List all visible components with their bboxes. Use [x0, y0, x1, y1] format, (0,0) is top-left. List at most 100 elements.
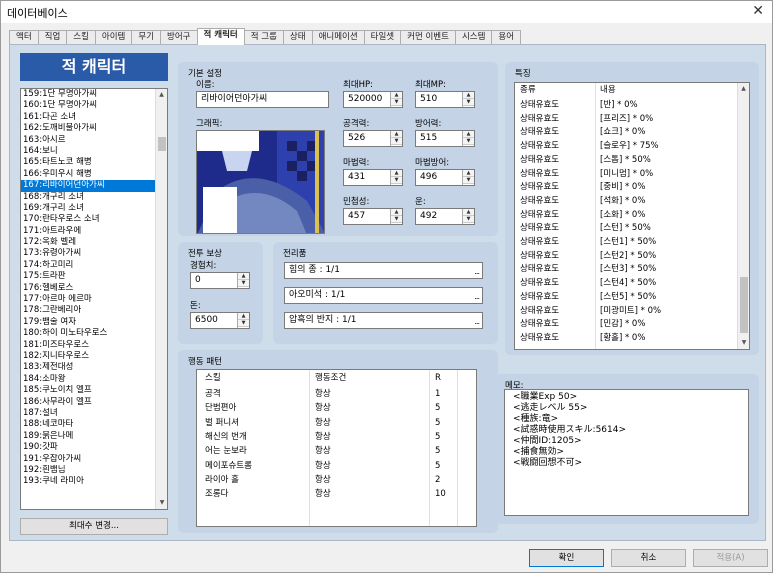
list-item[interactable]: 163:아시르 — [21, 135, 167, 146]
spin-down-icon[interactable]: ▼ — [391, 99, 402, 106]
table-row[interactable]: 상태유효도 [반] * 0% — [515, 100, 739, 112]
gold-spinner[interactable]: ▲ ▼ — [237, 313, 249, 328]
cancel-button[interactable]: 취소 — [611, 549, 686, 567]
spin-up-icon[interactable]: ▲ — [391, 131, 402, 138]
list-item[interactable]: 193:쿠네 라미아 — [21, 476, 167, 487]
list-item[interactable]: 190:갓파 — [21, 442, 167, 453]
tab-5[interactable]: 방어구 — [160, 30, 198, 45]
gold-field[interactable]: 6500 ▲ ▼ — [190, 312, 250, 329]
spin-up-icon[interactable]: ▲ — [238, 273, 249, 280]
action-pattern-grid[interactable]: 스킬 행동조건 R 공격 항상 1 단범편아 항상 5 벌 퍼니셔 항상 5 해신의 번개 항상 5 어… — [196, 369, 477, 527]
list-item[interactable]: 164:보니 — [21, 146, 167, 157]
list-item[interactable]: 176:헬베로스 — [21, 283, 167, 294]
scroll-thumb[interactable] — [158, 137, 166, 151]
table-row[interactable]: 단범편아 항상 5 — [197, 403, 476, 415]
scroll-thumb[interactable] — [740, 277, 748, 333]
mdf-field[interactable]: 496 ▲ ▼ — [415, 169, 475, 186]
ok-button[interactable]: 확인 — [529, 549, 604, 567]
maxhp-spinner[interactable]: ▲ ▼ — [390, 92, 402, 107]
list-item[interactable]: 162:도깨비불아가씨 — [21, 123, 167, 134]
table-row[interactable]: 상태유효도 [민감] * 0% — [515, 319, 739, 331]
change-max-button[interactable]: 최대수 변경... — [20, 518, 168, 535]
list-item[interactable]: 180:하이 미노타우로스 — [21, 328, 167, 339]
luk-spinner[interactable]: ▲ ▼ — [462, 209, 474, 224]
list-item[interactable]: 174:하고미리 — [21, 260, 167, 271]
table-row[interactable]: 공격 항상 1 — [197, 389, 476, 401]
table-row[interactable]: 조롱다 항상 10 — [197, 489, 476, 501]
tab-8[interactable]: 상태 — [282, 30, 313, 45]
table-row[interactable]: 상태유효도 [석화] * 0% — [515, 196, 739, 208]
spin-down-icon[interactable]: ▼ — [463, 99, 474, 106]
spin-down-icon[interactable]: ▼ — [238, 320, 249, 327]
tab-13[interactable]: 용어 — [491, 30, 522, 45]
tab-11[interactable]: 커먼 이벤트 — [400, 30, 456, 45]
table-row[interactable]: 상태유효도 [스톱] * 50% — [515, 155, 739, 167]
list-item[interactable]: 187:설녀 — [21, 408, 167, 419]
tab-6[interactable]: 적 캐릭터 — [196, 28, 245, 45]
tab-7[interactable]: 적 그룹 — [243, 30, 284, 45]
table-row[interactable]: 상태유효도 [스턴3] * 50% — [515, 264, 739, 276]
drop-item-field[interactable]: 힘의 종 : 1/1... — [284, 262, 483, 279]
close-icon[interactable]: ✕ — [752, 3, 764, 19]
tab-2[interactable]: 스킬 — [66, 30, 96, 45]
atk-field[interactable]: 526 ▲ ▼ — [343, 130, 403, 147]
spin-down-icon[interactable]: ▼ — [238, 280, 249, 287]
drop-item-field[interactable]: 아오미석 : 1/1... — [284, 287, 483, 304]
table-row[interactable]: 어는 눈보라 항상 5 — [197, 446, 476, 458]
enemy-graphic[interactable] — [196, 130, 325, 234]
list-item[interactable]: 170:란타우로스 소녀 — [21, 214, 167, 225]
spin-down-icon[interactable]: ▼ — [463, 216, 474, 223]
agi-field[interactable]: 457 ▲ ▼ — [343, 208, 403, 225]
tab-10[interactable]: 타일셋 — [363, 30, 402, 45]
exp-spinner[interactable]: ▲ ▼ — [237, 273, 249, 288]
list-item[interactable]: 169:개구리 소녀 — [21, 203, 167, 214]
spin-down-icon[interactable]: ▼ — [391, 216, 402, 223]
scroll-up-icon[interactable]: ▲ — [738, 83, 749, 95]
table-row[interactable]: 상태유효도 [스턴4] * 50% — [515, 278, 739, 290]
list-item[interactable]: 159:1단 무명아가씨 — [21, 89, 167, 100]
maxmp-field[interactable]: 510 ▲ ▼ — [415, 91, 475, 108]
list-item[interactable]: 191:우잡아가씨 — [21, 454, 167, 465]
list-item[interactable]: 192:흰뱀님 — [21, 465, 167, 476]
mat-field[interactable]: 431 ▲ ▼ — [343, 169, 403, 186]
traits-grid[interactable]: 종류 내용 상태유효도 [반] * 0% 상태유효도 [프리즈] * 0% 상태유효도 [… — [514, 82, 750, 350]
atk-spinner[interactable]: ▲ ▼ — [390, 131, 402, 146]
table-row[interactable]: 상태유효도 [쇼크] * 0% — [515, 127, 739, 139]
scroll-down-icon[interactable]: ▼ — [156, 497, 167, 509]
tab-1[interactable]: 직업 — [37, 30, 68, 45]
spin-down-icon[interactable]: ▼ — [463, 138, 474, 145]
list-item[interactable]: 185:쿠노이치 엘프 — [21, 385, 167, 396]
table-row[interactable]: 라이아 홀 항상 2 — [197, 475, 476, 487]
spin-up-icon[interactable]: ▲ — [391, 209, 402, 216]
spin-down-icon[interactable]: ▼ — [391, 138, 402, 145]
spin-down-icon[interactable]: ▼ — [463, 177, 474, 184]
tab-4[interactable]: 무기 — [131, 30, 162, 45]
table-row[interactable]: 상태유효도 [미광미트] * 0% — [515, 306, 739, 318]
spin-up-icon[interactable]: ▲ — [391, 92, 402, 99]
list-item[interactable]: 177:아르마 에르마 — [21, 294, 167, 305]
mat-spinner[interactable]: ▲ ▼ — [390, 170, 402, 185]
def-field[interactable]: 515 ▲ ▼ — [415, 130, 475, 147]
maxhp-field[interactable]: 520000 ▲ ▼ — [343, 91, 403, 108]
agi-spinner[interactable]: ▲ ▼ — [390, 209, 402, 224]
table-row[interactable]: 상태유효도 [슬로우] * 75% — [515, 141, 739, 153]
mdf-spinner[interactable]: ▲ ▼ — [462, 170, 474, 185]
spin-up-icon[interactable]: ▲ — [463, 170, 474, 177]
list-item[interactable]: 165:타트노코 해병 — [21, 157, 167, 168]
list-item[interactable]: 168:개구리 소녀 — [21, 192, 167, 203]
luk-field[interactable]: 492 ▲ ▼ — [415, 208, 475, 225]
list-item[interactable]: 160:1단 무명아가씨 — [21, 100, 167, 111]
list-item[interactable]: 172:옥화 벨레 — [21, 237, 167, 248]
table-row[interactable]: 상태유효도 [소화] * 0% — [515, 210, 739, 222]
list-item[interactable]: 181:미즈타우로스 — [21, 340, 167, 351]
table-row[interactable]: 메이포슈트롬 항상 5 — [197, 461, 476, 473]
tab-3[interactable]: 아이템 — [94, 30, 133, 45]
table-row[interactable]: 상태유효도 [미니멈] * 0% — [515, 169, 739, 181]
table-row[interactable]: 상태유효도 [황홀] * 0% — [515, 333, 739, 345]
drop-item-field[interactable]: 압흑의 반지 : 1/1... — [284, 312, 483, 329]
table-row[interactable]: 상태유효도 [스턴2] * 50% — [515, 251, 739, 263]
list-item[interactable]: 166:우미우시 해병 — [21, 169, 167, 180]
table-row[interactable]: 상태유효도 [스턴1] * 50% — [515, 237, 739, 249]
tab-9[interactable]: 애니메이션 — [311, 30, 365, 45]
name-field[interactable]: 리바이어던아가씨 — [196, 91, 329, 108]
